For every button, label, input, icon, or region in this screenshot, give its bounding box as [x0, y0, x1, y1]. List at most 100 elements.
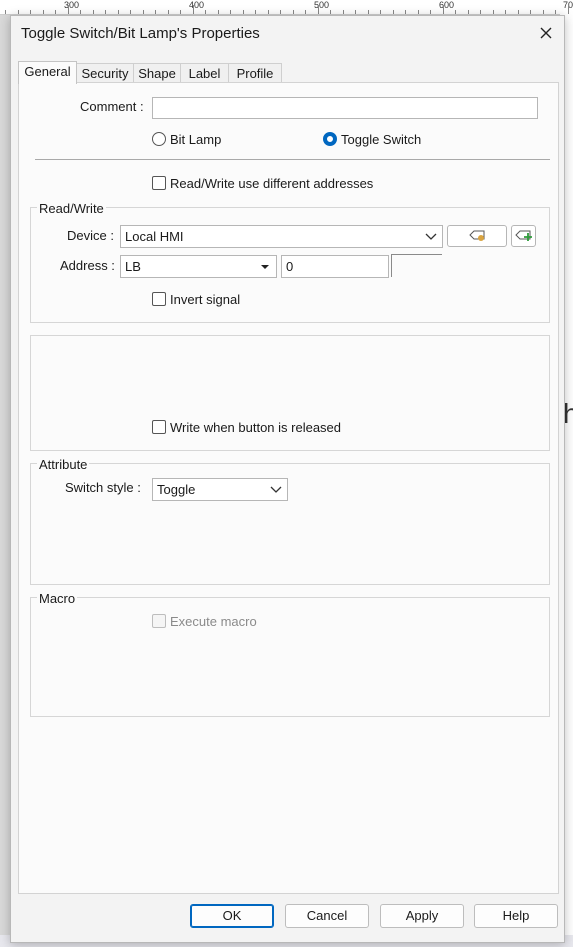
macro-group	[30, 597, 550, 717]
ruler-tick	[480, 10, 481, 14]
device-value: Local HMI	[125, 229, 184, 244]
address-label: Address :	[60, 258, 115, 273]
cancel-button[interactable]: Cancel	[285, 904, 369, 928]
ruler-tick	[305, 10, 306, 14]
ruler-tick	[380, 10, 381, 14]
ruler-tick	[317, 5, 319, 14]
ruler-tick	[217, 10, 219, 14]
switch-style-value: Toggle	[157, 482, 196, 497]
tag-add-button[interactable]	[511, 225, 536, 247]
toggle-switch-radio[interactable]	[323, 132, 337, 146]
ruler-tick	[530, 10, 531, 14]
ruler-tick	[92, 10, 94, 14]
ruler-tick	[55, 10, 56, 14]
ruler-tick	[180, 10, 181, 14]
ruler: 300 400 500 600 70	[0, 0, 573, 15]
ruler-tick	[255, 10, 256, 14]
ruler-tick	[342, 10, 344, 14]
invert-signal-checkbox[interactable]	[152, 292, 166, 306]
ruler-tick	[442, 5, 444, 14]
ruler-tick	[280, 10, 281, 14]
ruler-tick	[155, 10, 156, 14]
address-extension-box	[391, 254, 442, 277]
switch-style-label: Switch style :	[65, 480, 141, 495]
help-button[interactable]: Help	[474, 904, 558, 928]
ruler-tick	[117, 10, 119, 14]
ruler-tick	[367, 10, 369, 14]
ruler-tick	[30, 10, 31, 14]
apply-button[interactable]: Apply	[380, 904, 464, 928]
device-select[interactable]: Local HMI	[120, 225, 443, 248]
ruler-label: 500	[314, 0, 330, 10]
address-input[interactable]: 0	[281, 255, 389, 278]
separator	[35, 159, 550, 160]
bit-lamp-label: Bit Lamp	[170, 132, 222, 147]
ruler-tick	[142, 10, 144, 14]
tab-general[interactable]: General	[18, 61, 77, 84]
tab-security[interactable]: Security	[76, 63, 134, 84]
comment-label: Comment :	[80, 99, 144, 114]
tag-settings-button[interactable]	[447, 225, 507, 247]
write-on-release-label: Write when button is released	[170, 420, 342, 435]
properties-dialog: Toggle Switch/Bit Lamp's Properties Gene…	[10, 15, 565, 943]
ruler-label: 600	[439, 0, 455, 10]
general-tab-panel: Comment : Bit Lamp Toggle Switch Read/Wr…	[18, 82, 559, 894]
ruler-tick	[392, 10, 394, 14]
ruler-tick	[355, 10, 356, 14]
ruler-tick	[505, 10, 506, 14]
ruler-tick	[130, 10, 131, 14]
tab-shape[interactable]: Shape	[133, 63, 181, 84]
address-type-value: LB	[125, 259, 141, 274]
ruler-label: 400	[189, 0, 205, 10]
ruler-label: 300	[64, 0, 80, 10]
ruler-tick	[42, 10, 44, 14]
different-addresses-label: Read/Write use different addresses	[170, 176, 374, 191]
ruler-tick	[292, 10, 294, 14]
caret-down-icon	[258, 256, 272, 277]
ruler-tick	[330, 10, 331, 14]
ruler-tick	[242, 10, 244, 14]
ruler-tick	[517, 10, 519, 14]
tag-add-icon	[514, 229, 534, 246]
attribute-title: Attribute	[37, 457, 90, 472]
tab-label[interactable]: Label	[180, 63, 229, 84]
ruler-tick	[5, 10, 6, 14]
address-type-select[interactable]: LB	[120, 255, 277, 278]
ruler-tick	[405, 10, 406, 14]
chevron-down-icon	[424, 226, 438, 247]
ruler-tick	[205, 10, 206, 14]
ruler-tick	[417, 10, 419, 14]
toggle-switch-label: Toggle Switch	[341, 132, 422, 147]
read-write-title: Read/Write	[37, 201, 106, 216]
close-icon[interactable]	[533, 22, 559, 46]
ruler-tick	[105, 10, 106, 14]
ruler-tick	[467, 10, 469, 14]
ruler-tick	[555, 10, 556, 14]
different-addresses-checkbox[interactable]	[152, 176, 166, 190]
bit-lamp-radio[interactable]	[152, 132, 166, 146]
ruler-tick	[430, 10, 431, 14]
ruler-tick	[192, 5, 194, 14]
ruler-tick	[567, 5, 569, 14]
write-on-release-checkbox[interactable]	[152, 420, 166, 434]
ruler-tick	[80, 10, 81, 14]
ruler-tick	[492, 10, 494, 14]
comment-input[interactable]	[152, 97, 538, 119]
tab-profile[interactable]: Profile	[228, 63, 282, 84]
dialog-title: Toggle Switch/Bit Lamp's Properties	[21, 25, 260, 42]
ruler-tick	[67, 5, 69, 14]
ruler-tick	[542, 10, 544, 14]
ruler-tick	[167, 10, 169, 14]
ruler-tick	[17, 10, 19, 14]
chevron-down-icon	[269, 479, 283, 500]
ruler-tick	[230, 10, 231, 14]
switch-style-select[interactable]: Toggle	[152, 478, 288, 501]
tag-settings-icon	[468, 229, 488, 246]
macro-title: Macro	[37, 591, 78, 606]
execute-macro-label: Execute macro	[170, 614, 257, 629]
ok-button[interactable]: OK	[190, 904, 274, 928]
execute-macro-checkbox[interactable]	[152, 614, 166, 628]
invert-signal-label: Invert signal	[170, 292, 241, 307]
device-label: Device :	[67, 228, 114, 243]
ruler-tick	[455, 10, 456, 14]
